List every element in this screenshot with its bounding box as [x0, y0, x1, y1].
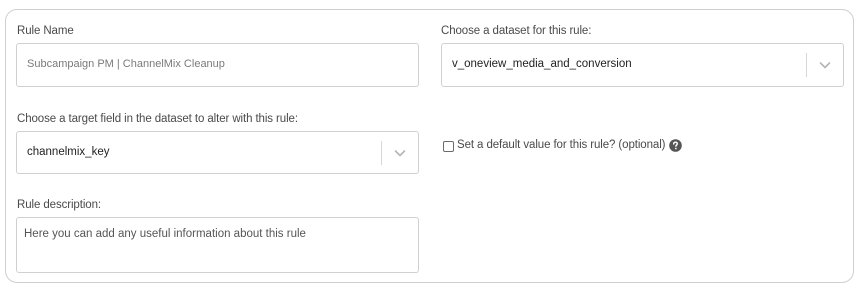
- dataset-selected-value: v_oneview_media_and_conversion: [452, 58, 632, 70]
- rule-name-value: Subcampaign PM | ChannelMix Cleanup: [27, 58, 225, 70]
- dataset-select-divider: [806, 53, 807, 77]
- question-circle-icon[interactable]: [669, 139, 682, 152]
- target-field-label: Choose a target field in the dataset to …: [17, 113, 298, 125]
- rule-name-label: Rule Name: [17, 25, 74, 37]
- rule-name-input[interactable]: Subcampaign PM | ChannelMix Cleanup: [16, 43, 419, 87]
- chevron-down-icon[interactable]: [817, 57, 833, 73]
- target-field-select-divider: [381, 141, 382, 165]
- default-value-label[interactable]: Set a default value for this rule? (opti…: [457, 139, 665, 151]
- description-placeholder: Here you can add any useful information …: [24, 228, 306, 240]
- rule-form-card: Rule Name Subcampaign PM | ChannelMix Cl…: [5, 9, 854, 283]
- dataset-select[interactable]: v_oneview_media_and_conversion: [441, 43, 844, 87]
- target-field-selected-value: channelmix_key: [27, 146, 110, 158]
- chevron-down-icon[interactable]: [392, 145, 408, 161]
- description-label: Rule description:: [17, 199, 101, 211]
- default-value-checkbox[interactable]: [443, 141, 454, 152]
- target-field-select[interactable]: channelmix_key: [16, 131, 419, 174]
- dataset-label: Choose a dataset for this rule:: [441, 25, 592, 37]
- description-textarea[interactable]: Here you can add any useful information …: [16, 217, 419, 273]
